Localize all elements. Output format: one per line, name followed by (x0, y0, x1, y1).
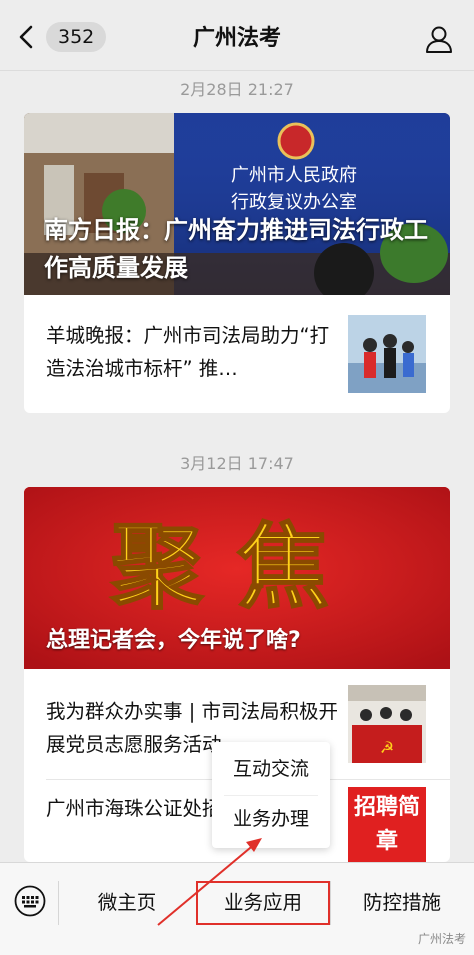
hero-title: 南方日报：广州奋力推进司法行政工作高质量发展 (44, 216, 428, 282)
page-title: 广州法考 (192, 26, 281, 51)
poster-big-text: 聚焦 (110, 513, 363, 621)
menu-home[interactable]: 微主页 (58, 863, 196, 943)
submenu-item-business[interactable]: 业务办理 (212, 804, 330, 834)
submenu-popup: 互动交流 业务办理 (212, 742, 330, 848)
hero-article[interactable]: 聚焦 总理记者会，今年说了啥? (24, 487, 450, 669)
person-icon[interactable] (424, 24, 454, 54)
message-timestamp: 2月28日 21:27 (180, 80, 294, 99)
list-item[interactable]: 羊城晚报：广州市司法局助力“打造法治城市标杆” 推… (24, 295, 450, 413)
divider (224, 795, 318, 796)
watermark: 广州法考 (417, 932, 466, 946)
submenu-item-interaction[interactable]: 互动交流 (212, 754, 330, 784)
message-timestamp: 3月12日 17:47 (180, 454, 294, 473)
article-thumbnail (348, 315, 426, 393)
bottom-menu-bar: 微主页 业务应用 防控措施 广州法考 (0, 862, 474, 955)
svg-text:☭: ☭ (380, 738, 394, 757)
article-thumbnail: ☭ (348, 685, 426, 763)
list-item-title: 羊城晚报：广州市司法局助力“打造法治城市标杆” 推… (46, 324, 330, 380)
recruit-thumbnail: 招聘简章 (348, 787, 426, 862)
keyboard-icon[interactable] (14, 885, 46, 917)
highlight-box (196, 881, 330, 925)
hero-article[interactable]: 广州市人民政府 行政复议办公室 南方日报：广州奋力推进司法行政工作高质量发展 (24, 113, 450, 295)
banner-line-1: 广州市人民政府 (231, 165, 357, 186)
hero-title: 总理记者会，今年说了啥? (46, 628, 301, 653)
top-bar: 352 广州法考 (0, 0, 474, 71)
article-card: 广州市人民政府 行政复议办公室 南方日报：广州奋力推进司法行政工作高质量发展 羊… (24, 113, 450, 413)
banner-line-2: 行政复议办公室 (231, 192, 357, 213)
